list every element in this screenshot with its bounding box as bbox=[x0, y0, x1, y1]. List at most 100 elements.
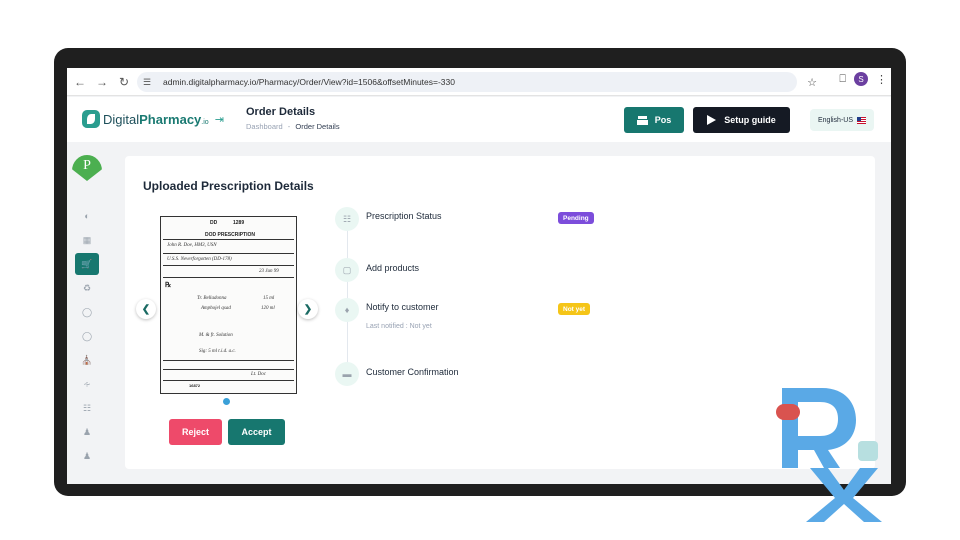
sidebar-item-delivery[interactable]: ♻ bbox=[75, 277, 99, 299]
carousel-indicator[interactable] bbox=[223, 398, 230, 405]
timeline-label-confirmation: Customer Confirmation bbox=[366, 367, 459, 377]
store-icon: ⛪ bbox=[81, 354, 93, 365]
rx-line-3: 15 ml bbox=[263, 296, 275, 301]
browser-actions: ⎕ S ⋮ bbox=[839, 72, 891, 86]
people-settings-icon: ♟ bbox=[82, 450, 92, 461]
accept-button[interactable]: Accept bbox=[228, 419, 285, 445]
sidebar-item-reports[interactable]: ☷ bbox=[75, 397, 99, 419]
rx-line-4: 120 ml bbox=[261, 306, 275, 311]
browser-toolbar: ← → ↻ ☰ admin.digitalpharmacy.io/Pharmac… bbox=[67, 68, 891, 96]
sidebar-item-dashboard[interactable]: ◐ bbox=[75, 205, 99, 227]
form-rule bbox=[163, 265, 294, 266]
address-bar[interactable]: ☰ admin.digitalpharmacy.io/Pharmacy/Orde… bbox=[137, 72, 817, 92]
logo-text: DigitalPharmacy.io bbox=[103, 111, 209, 127]
app-logo[interactable]: DigitalPharmacy.io ⇥ bbox=[82, 110, 224, 128]
medical-facility: U.S.S. Neverforgotten (DD-178) bbox=[167, 257, 232, 262]
patient-name: John R. Doe, HM3, USN bbox=[167, 243, 217, 248]
status-badge-pending: Pending bbox=[558, 212, 594, 224]
dashboard-icon: ◐ bbox=[84, 211, 90, 221]
profile-avatar[interactable]: S bbox=[854, 72, 868, 86]
form-title: DOD PRESCRIPTION bbox=[205, 232, 256, 238]
pharmacy-logo[interactable]: P bbox=[72, 155, 102, 185]
setup-guide-button[interactable]: Setup guide bbox=[693, 107, 790, 133]
sidebar: P ◐ ▦ 🛒 ♻ ◯ ◯ ⛪ ∻ ☷ ♟ ♟ bbox=[67, 143, 107, 484]
pill-icon: ◯ bbox=[81, 306, 93, 317]
exit-icon[interactable]: ⇥ bbox=[215, 113, 224, 126]
timeline-label-status: Prescription Status bbox=[366, 211, 442, 221]
form-number: DD bbox=[210, 220, 218, 226]
chevron-left-icon: ❮ bbox=[141, 303, 151, 315]
sidebar-item-grid[interactable]: ▦ bbox=[75, 229, 99, 251]
prescription-image[interactable]: DD 1289 DOD PRESCRIPTION John R. Doe, HM… bbox=[160, 216, 297, 394]
form-rule bbox=[163, 360, 294, 361]
timeline-step-icon: ▬ bbox=[335, 362, 359, 386]
extensions-icon[interactable]: ⎕ bbox=[839, 73, 846, 86]
sidebar-item-users[interactable]: ♟ bbox=[75, 421, 99, 443]
rx-symbol: ℞ bbox=[165, 282, 172, 289]
box-icon: ▢ bbox=[342, 264, 352, 275]
breadcrumb-separator: - bbox=[287, 122, 291, 131]
timeline-line bbox=[347, 216, 348, 376]
sig-line-2: Sig: 5 ml t.i.d. a.c. bbox=[199, 349, 236, 354]
sig-line-1: M. & ft. Solution bbox=[199, 333, 233, 338]
play-icon bbox=[707, 115, 717, 125]
grid-icon: ▦ bbox=[82, 234, 92, 245]
rx-number: 16872 bbox=[189, 383, 201, 388]
pos-button[interactable]: Pos bbox=[624, 107, 684, 133]
rss-icon: ∻ bbox=[83, 378, 91, 389]
back-icon[interactable]: ← bbox=[69, 71, 91, 93]
timeline-step-icon: ▢ bbox=[335, 258, 359, 282]
cart-icon: 🛒 bbox=[81, 258, 93, 269]
sidebar-item-products[interactable]: ◯ bbox=[75, 325, 99, 347]
sidebar-item-orders[interactable]: 🛒 bbox=[75, 253, 99, 275]
sidebar-item-roles[interactable]: ♟ bbox=[75, 445, 99, 467]
language-selector[interactable]: English-US bbox=[810, 109, 874, 131]
site-settings-icon[interactable]: ☰ bbox=[143, 77, 157, 88]
clipboard-icon: ☷ bbox=[82, 402, 92, 413]
form-rule bbox=[163, 277, 294, 278]
prescription-card: Uploaded Prescription Details DD 1289 DO… bbox=[125, 156, 875, 469]
timeline-step-icon: ☷ bbox=[335, 207, 359, 231]
browser-screen: ← → ↻ ☰ admin.digitalpharmacy.io/Pharmac… bbox=[67, 68, 891, 484]
breadcrumb: Dashboard - Order Details bbox=[246, 122, 340, 131]
bell-icon: ♦ bbox=[344, 305, 350, 315]
bookmark-star-icon[interactable]: ☆ bbox=[807, 76, 817, 89]
logo-letter: P bbox=[83, 158, 91, 173]
leaf-logo-icon bbox=[82, 110, 100, 128]
prescription-date: 23 Jun 99 bbox=[259, 269, 279, 274]
card-title: Uploaded Prescription Details bbox=[143, 179, 314, 193]
form-rule bbox=[163, 369, 294, 370]
sidebar-item-feeds[interactable]: ∻ bbox=[75, 373, 99, 395]
reject-button[interactable]: Reject bbox=[169, 419, 222, 445]
sidebar-item-store[interactable]: ⛪ bbox=[75, 349, 99, 371]
app-header: DigitalPharmacy.io ⇥ Order Details Dashb… bbox=[67, 97, 891, 142]
form-rule bbox=[163, 380, 294, 381]
clipboard-icon: ☷ bbox=[342, 213, 352, 224]
us-flag-icon bbox=[857, 116, 866, 124]
timeline-label-products[interactable]: Add products bbox=[366, 263, 419, 273]
last-notified-text: Last notified : Not yet bbox=[366, 323, 432, 330]
rx-watermark-graphic bbox=[776, 388, 882, 522]
previous-arrow-button[interactable]: ❮ bbox=[136, 299, 156, 319]
url-text: admin.digitalpharmacy.io/Pharmacy/Order/… bbox=[163, 77, 455, 87]
rx-line-2: Amphojel qsad bbox=[201, 306, 231, 311]
form-rule bbox=[163, 239, 294, 240]
breadcrumb-dashboard[interactable]: Dashboard bbox=[246, 122, 283, 131]
status-badge-not-yet: Not yet bbox=[558, 303, 591, 315]
rx-line-1: Tr. Belladonna bbox=[197, 296, 227, 301]
sidebar-item-medicines[interactable]: ◯ bbox=[75, 301, 99, 323]
prescriber-signature: Lt. Doc bbox=[251, 372, 266, 377]
language-label: English-US bbox=[817, 116, 853, 124]
browser-menu-icon[interactable]: ⋮ bbox=[876, 73, 887, 86]
timeline-step-icon: ♦ bbox=[335, 298, 359, 322]
page-title: Order Details bbox=[246, 106, 316, 118]
reload-icon[interactable]: ↻ bbox=[113, 71, 135, 93]
people-icon: ♟ bbox=[82, 426, 92, 437]
forward-icon[interactable]: → bbox=[91, 71, 113, 93]
delivery-icon: ♻ bbox=[82, 282, 92, 293]
next-arrow-button[interactable]: ❯ bbox=[298, 299, 318, 319]
confirm-icon: ▬ bbox=[342, 369, 352, 379]
cash-register-icon bbox=[636, 115, 648, 125]
breadcrumb-current: Order Details bbox=[295, 122, 340, 131]
setup-guide-label: Setup guide bbox=[724, 115, 776, 125]
